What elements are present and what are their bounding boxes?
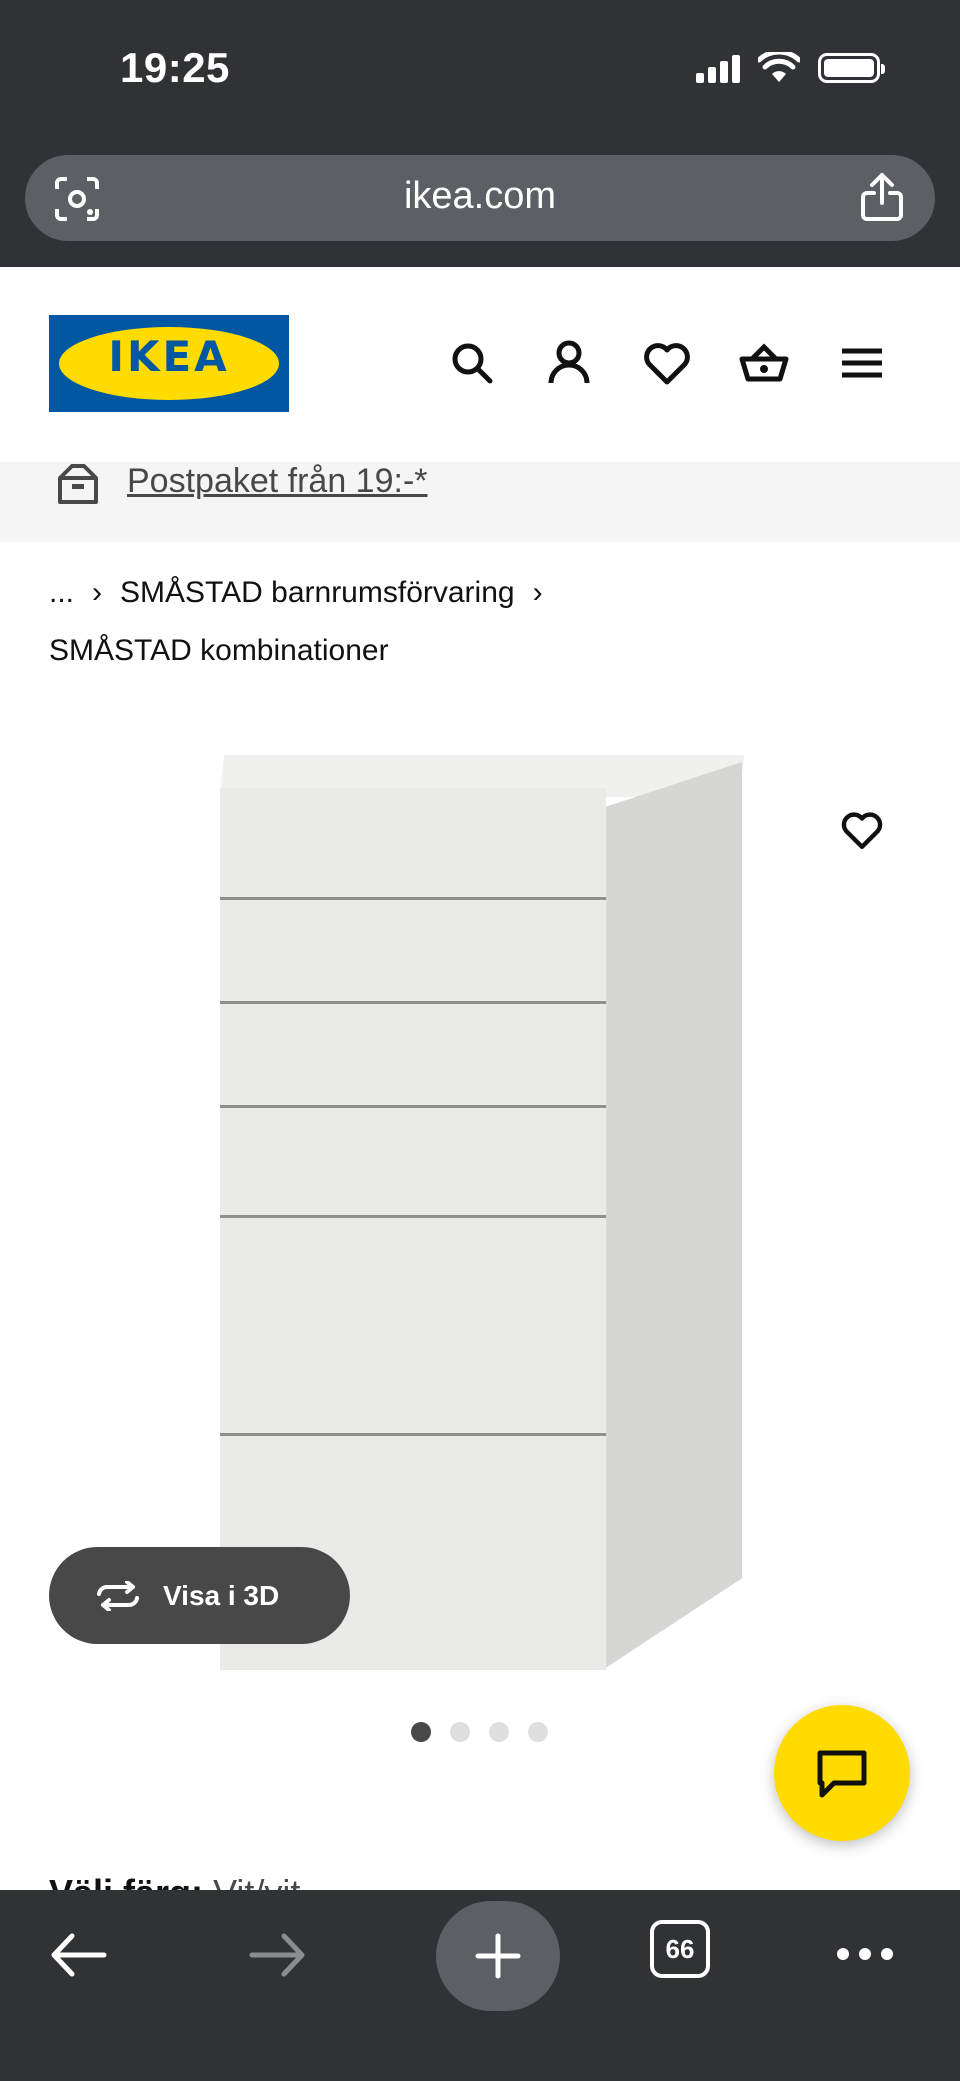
dresser-side-panel	[604, 762, 742, 1669]
forward-arrow-icon[interactable]	[248, 1930, 308, 1980]
drawer	[220, 1108, 606, 1218]
pagination-dot[interactable]	[450, 1722, 470, 1742]
status-time: 19:25	[120, 44, 230, 91]
search-icon[interactable]	[446, 337, 498, 389]
chevron-right-icon: ›	[532, 576, 543, 609]
shipping-promo-banner[interactable]: Postpaket från 19:-*	[0, 462, 960, 542]
address-bar[interactable]: ikea.com	[25, 155, 935, 241]
share-icon[interactable]	[859, 171, 905, 223]
menu-icon[interactable]	[836, 337, 888, 389]
rotate-3d-icon	[97, 1580, 139, 1611]
more-options-icon[interactable]	[836, 1946, 894, 1962]
drawer	[220, 1218, 606, 1436]
pagination-dot-active[interactable]	[411, 1722, 431, 1742]
cellular-signal-icon	[696, 53, 740, 83]
drawer	[220, 900, 606, 1004]
drawer	[220, 1004, 606, 1108]
site-header: IKEA	[0, 267, 960, 462]
add-to-wishlist-heart-icon[interactable]	[838, 807, 886, 853]
pagination-dot[interactable]	[528, 1722, 548, 1742]
shopping-basket-icon[interactable]	[738, 337, 790, 389]
dresser-front	[220, 788, 606, 1670]
status-icons	[696, 52, 885, 84]
view-in-3d-label: Visa i 3D	[163, 1579, 280, 1611]
wishlist-heart-icon[interactable]	[641, 337, 693, 389]
breadcrumb-ellipsis[interactable]: ...	[49, 576, 74, 610]
wifi-icon	[758, 52, 800, 82]
breadcrumb: ... › SMÅSTAD barnrumsförvaring › SMÅSTA…	[49, 572, 543, 672]
plus-icon	[475, 1933, 521, 1979]
breadcrumb-category-link[interactable]: SMÅSTAD barnrumsförvaring	[120, 576, 515, 610]
chat-support-button[interactable]	[774, 1705, 910, 1841]
breadcrumb-current[interactable]: SMÅSTAD kombinationer	[49, 634, 389, 668]
browser-bottom-toolbar: 66	[0, 1890, 960, 2081]
back-arrow-icon[interactable]	[48, 1930, 108, 1980]
logo-text: IKEA	[108, 332, 230, 381]
battery-icon	[818, 53, 885, 83]
url-text: ikea.com	[403, 175, 557, 217]
pagination-dot[interactable]	[489, 1722, 509, 1742]
new-tab-button[interactable]	[436, 1901, 560, 2011]
account-icon[interactable]	[543, 337, 595, 389]
product-image-gallery[interactable]: Visa i 3D	[0, 700, 960, 1742]
chevron-right-icon: ›	[92, 576, 103, 609]
view-in-3d-button[interactable]: Visa i 3D	[49, 1547, 350, 1644]
ikea-logo[interactable]: IKEA	[49, 315, 289, 412]
tab-switcher-button[interactable]: 66	[650, 1920, 710, 1978]
parcel-icon	[58, 464, 98, 504]
chat-bubble-icon	[817, 1750, 867, 1798]
promo-link[interactable]: Postpaket från 19:-*	[127, 462, 428, 501]
image-pagination-dots	[411, 1722, 548, 1742]
browser-top-chrome: 19:25 ikea.com	[0, 0, 960, 267]
drawer	[220, 788, 606, 900]
